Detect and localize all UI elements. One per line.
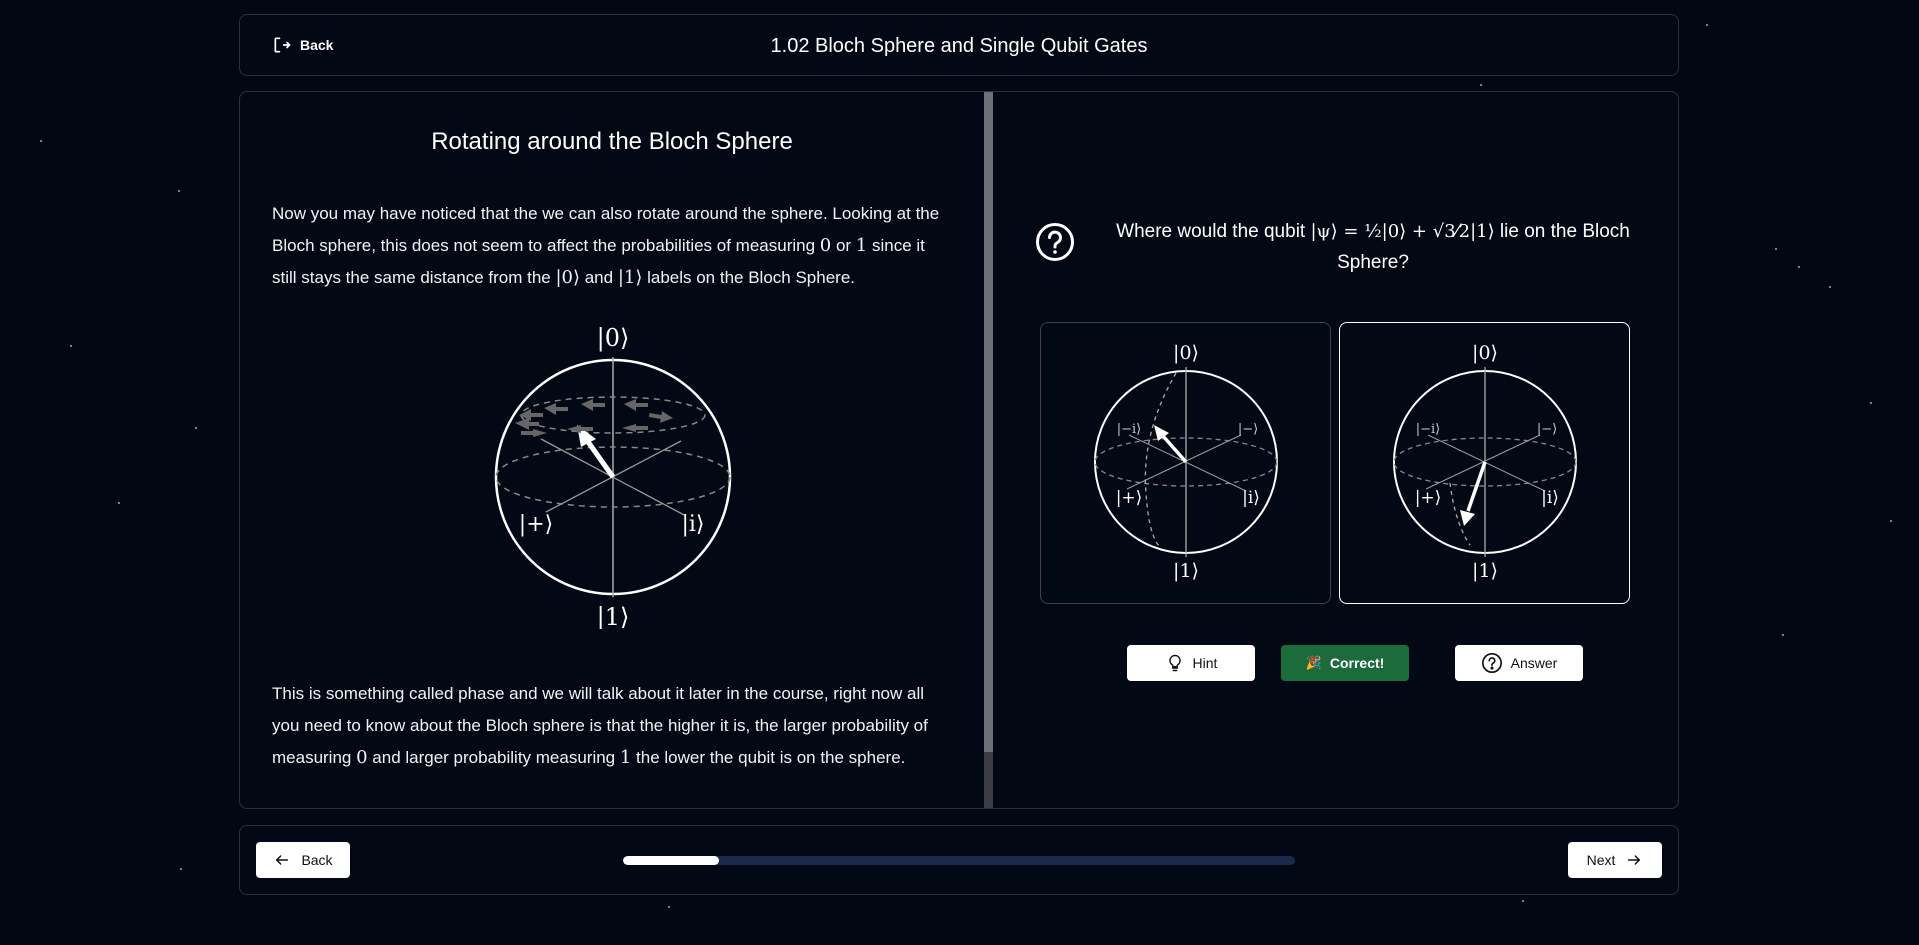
- math-one: 1: [855, 235, 868, 256]
- text-run: and larger probability measuring: [367, 748, 620, 767]
- bloch-sphere-option-upper: |0⟩ |1⟩ |−i⟩ |−⟩ |+⟩ |i⟩: [1094, 342, 1278, 582]
- correct-label: Correct!: [1329, 655, 1385, 671]
- bloch-sphere-option-lower: |0⟩ |1⟩ |−i⟩ |−⟩ |+⟩ |i⟩: [1393, 342, 1577, 582]
- hint-button[interactable]: Hint: [1127, 645, 1255, 681]
- ket-minus-i-label: |−i⟩: [1416, 422, 1441, 437]
- hint-label: Hint: [1192, 655, 1218, 671]
- bottom-nav-bar: Back Next: [239, 825, 1679, 895]
- question-prefix: Where would the qubit: [1116, 221, 1311, 242]
- ket-zero: |0⟩: [555, 267, 580, 288]
- lesson-paragraph-2: This is something called phase and we wi…: [272, 678, 952, 774]
- math-zero: 0: [356, 747, 368, 768]
- ket-one-label: |1⟩: [1472, 560, 1498, 582]
- lesson-progress-bar: [623, 856, 1295, 865]
- question-text: Where would the qubit |ψ⟩ = ½|0⟩ + √3⁄2|…: [1093, 216, 1653, 278]
- ket-minus-label: |−⟩: [1537, 422, 1557, 437]
- party-popper-icon: 🎉: [1305, 655, 1322, 670]
- lesson-content[interactable]: Rotating around the Bloch Sphere Now you…: [240, 92, 984, 808]
- lesson-panel: Rotating around the Bloch Sphere Now you…: [239, 91, 1679, 809]
- answer-option-upper[interactable]: |0⟩ |1⟩ |−i⟩ |−⟩ |+⟩ |i⟩: [1040, 322, 1331, 604]
- text-run: the lower the qubit is on the sphere.: [631, 748, 906, 767]
- scrollbar-thumb[interactable]: [984, 92, 993, 752]
- top-bar: Back 1.02 Bloch Sphere and Single Qubit …: [239, 14, 1679, 76]
- question-formula: |ψ⟩ = ½|0⟩ + √3⁄2|1⟩: [1310, 221, 1495, 242]
- ket-one-label: |1⟩: [597, 603, 630, 629]
- arrow-right-icon: [1628, 855, 1641, 865]
- text-run: or: [831, 236, 856, 255]
- lightbulb-icon: [1168, 654, 1181, 672]
- lesson-title: Rotating around the Bloch Sphere: [431, 128, 793, 155]
- correct-check-button[interactable]: 🎉 Correct!: [1281, 645, 1409, 681]
- arrow-left-icon: [276, 855, 289, 865]
- ket-zero-label: |0⟩: [1173, 342, 1199, 364]
- ket-plus-label: |+⟩: [1116, 488, 1143, 508]
- ket-one: |1⟩: [617, 267, 643, 288]
- text-run: and: [580, 268, 618, 287]
- ket-one-label: |1⟩: [1173, 560, 1199, 582]
- ket-zero-label: |0⟩: [1472, 342, 1498, 364]
- answer-button[interactable]: Answer: [1455, 645, 1583, 681]
- ket-plus-label: |+⟩: [519, 512, 553, 537]
- footer-back-button[interactable]: Back: [256, 842, 350, 878]
- answer-option-lower[interactable]: |0⟩ |1⟩ |−i⟩ |−⟩ |+⟩ |i⟩: [1339, 322, 1630, 604]
- ket-minus-label: |−⟩: [1238, 422, 1258, 437]
- bloch-sphere-rotation-diagram: |0⟩ |1⟩ |+⟩ |i⟩: [494, 324, 732, 629]
- ket-i-label: |i⟩: [1242, 488, 1260, 508]
- question-pane: Where would the qubit |ψ⟩ = ½|0⟩ + √3⁄2|…: [993, 92, 1678, 808]
- footer-next-label: Next: [1586, 852, 1616, 868]
- lesson-paragraph-1: Now you may have noticed that the we can…: [272, 198, 952, 294]
- footer-back-label: Back: [301, 852, 333, 868]
- answer-label: Answer: [1510, 655, 1558, 671]
- ket-plus-label: |+⟩: [1415, 488, 1442, 508]
- question-circle-icon: [1036, 223, 1074, 261]
- math-zero: 0: [819, 235, 832, 256]
- ket-zero-label: |0⟩: [597, 324, 630, 353]
- footer-next-button[interactable]: Next: [1568, 842, 1662, 878]
- math-one: 1: [619, 747, 632, 768]
- text-run: labels on the Bloch Sphere.: [642, 268, 856, 287]
- ket-minus-i-label: |−i⟩: [1117, 422, 1142, 437]
- ket-i-label: |i⟩: [1541, 488, 1559, 508]
- lesson-progress-fill: [623, 856, 720, 865]
- page-title: 1.02 Bloch Sphere and Single Qubit Gates: [770, 35, 1148, 57]
- question-circle-icon: [1481, 653, 1502, 673]
- ket-i-label: |i⟩: [681, 512, 704, 537]
